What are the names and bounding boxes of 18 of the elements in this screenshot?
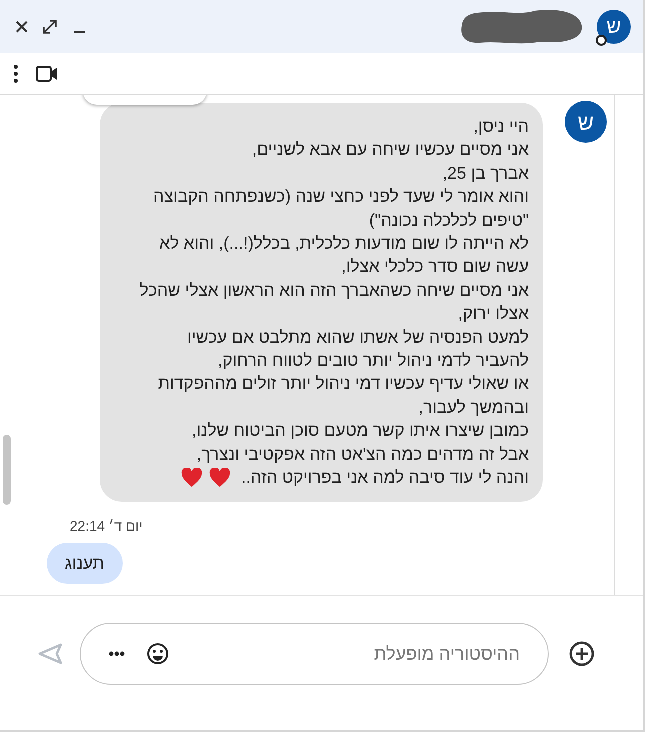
message-text: היי ניסן, אני מסיים עכשיו שיחה עם אבא לשניים, אברך בן 25, והוא אומר לי שעד לפני כחצי שנה (כשנפתחה הקבוצה "טיפים לכלכלה נכונה") לא הייתה לו שום מודעות כלכלית, בכלל(!...), והוא לא עשה שום סדר כלכלי אצלו, אני מסיים שיחה כשהאברך הזה הוא הראשון אצלי שהכל אצלו ירוק, למעט הפנסיה של אשתו שהוא מתלבט אם עכשיו להעביר לדמי ניהול יותר טובים לטווח הרחוק, או שאולי עדיף עכשיו דמי ניהול יותר זולים מההפקדות ובהמשך לעבור, כמובן שיצרו איתו קשר מטעם סוכן הביטוח שלנו, אבל זה מדהים כמה הצ'אט הזה אפקטיבי ונצרך,: [138, 116, 529, 466]
emoji-icon[interactable]: [147, 643, 169, 665]
more-icon[interactable]: [109, 651, 125, 657]
more-options-icon[interactable]: [12, 64, 20, 84]
message-time: יום ד׳ 22:14: [70, 516, 143, 536]
redacted-name-icon: [460, 8, 585, 46]
message-box[interactable]: ההיסטוריה מופעלת: [80, 623, 549, 685]
message-bubble: תענוג: [47, 542, 123, 584]
message-field[interactable]: ההיסטוריה מופעלת: [191, 640, 520, 668]
heart-icon: [209, 468, 232, 488]
avatar: ש: [565, 101, 607, 143]
message-text: והנה לי עוד סיבה למה אני בפרויקט הזה..: [241, 467, 529, 490]
scrollbar-thumb[interactable]: [3, 435, 11, 505]
video-call-icon[interactable]: [36, 64, 58, 82]
avatar[interactable]: ש: [597, 10, 631, 44]
add-icon[interactable]: [569, 641, 595, 667]
heart-icon: [181, 468, 204, 488]
status-icon: [596, 34, 607, 46]
